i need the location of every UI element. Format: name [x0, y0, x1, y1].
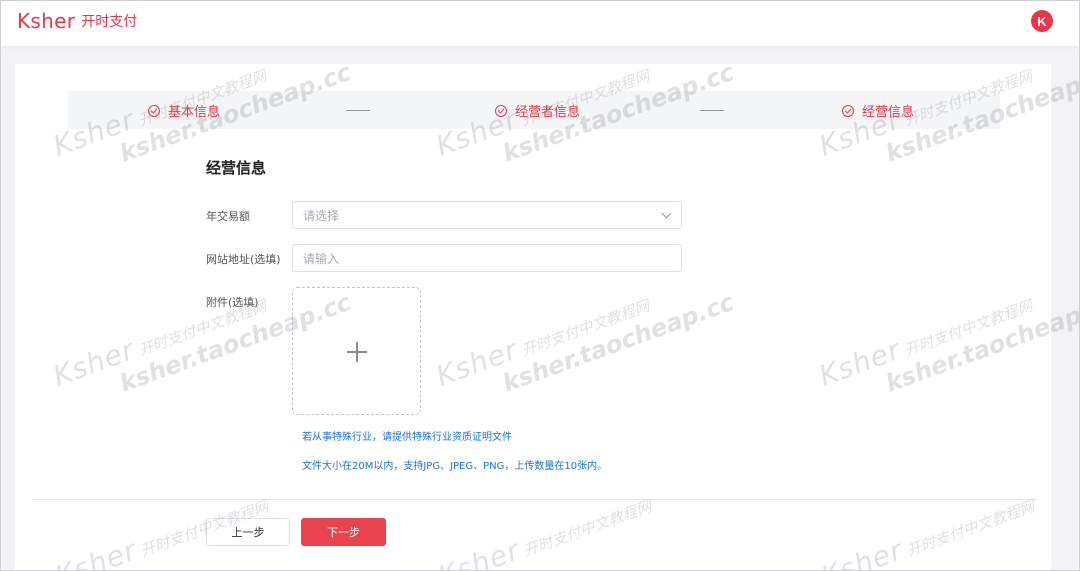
website-input[interactable]: 请输入	[292, 244, 682, 272]
website-label: 网站地址(选填)	[206, 253, 281, 266]
user-avatar[interactable]: K	[1031, 10, 1053, 32]
step-label: 基本信息	[168, 105, 221, 120]
chevron-down-icon	[661, 208, 672, 219]
prev-step-button[interactable]: 上一步	[206, 518, 290, 546]
top-header: Ksher 开时支付 K	[0, 0, 1080, 46]
check-circle-icon	[148, 104, 160, 117]
special-industry-hint: 若从事特殊行业，请提供特殊行业资质证明文件	[302, 432, 512, 443]
select-placeholder: 请选择	[303, 208, 340, 223]
attachment-label: 附件(选填)	[206, 296, 259, 309]
step-connector	[700, 110, 724, 111]
logo-word: Ksher	[17, 9, 76, 33]
annual-volume-select[interactable]: 请选择	[292, 201, 682, 229]
step-label: 经营者信息	[515, 105, 581, 120]
step-operator-info: 经营者信息	[495, 101, 580, 120]
input-placeholder: 请输入	[303, 251, 340, 266]
logo-chinese: 开时支付	[81, 14, 138, 30]
plus-icon-vertical	[356, 342, 358, 362]
section-title: 经营信息	[206, 159, 267, 177]
check-circle-icon	[495, 104, 507, 117]
form-card: 基本信息 经营者信息 经营信息 经营信息 年交易额 请选择 网站地址(选填) 请…	[15, 64, 1051, 571]
ksher-logo[interactable]: Ksher 开时支付	[17, 9, 137, 33]
step-connector	[346, 110, 370, 111]
file-size-hint: 文件大小在20M以内，支持JPG、JPEG、PNG，上传数量在10张内。	[302, 461, 608, 472]
divider	[32, 499, 1037, 500]
step-business-info: 经营信息	[842, 101, 914, 120]
step-basic-info: 基本信息	[148, 101, 220, 120]
check-circle-icon	[842, 104, 854, 117]
annual-volume-label: 年交易额	[206, 210, 250, 223]
step-label: 经营信息	[862, 105, 915, 120]
upload-box[interactable]	[292, 287, 421, 415]
next-step-button[interactable]: 下一步	[301, 518, 386, 546]
step-progress-bar: 基本信息 经营者信息 经营信息	[68, 91, 1000, 129]
